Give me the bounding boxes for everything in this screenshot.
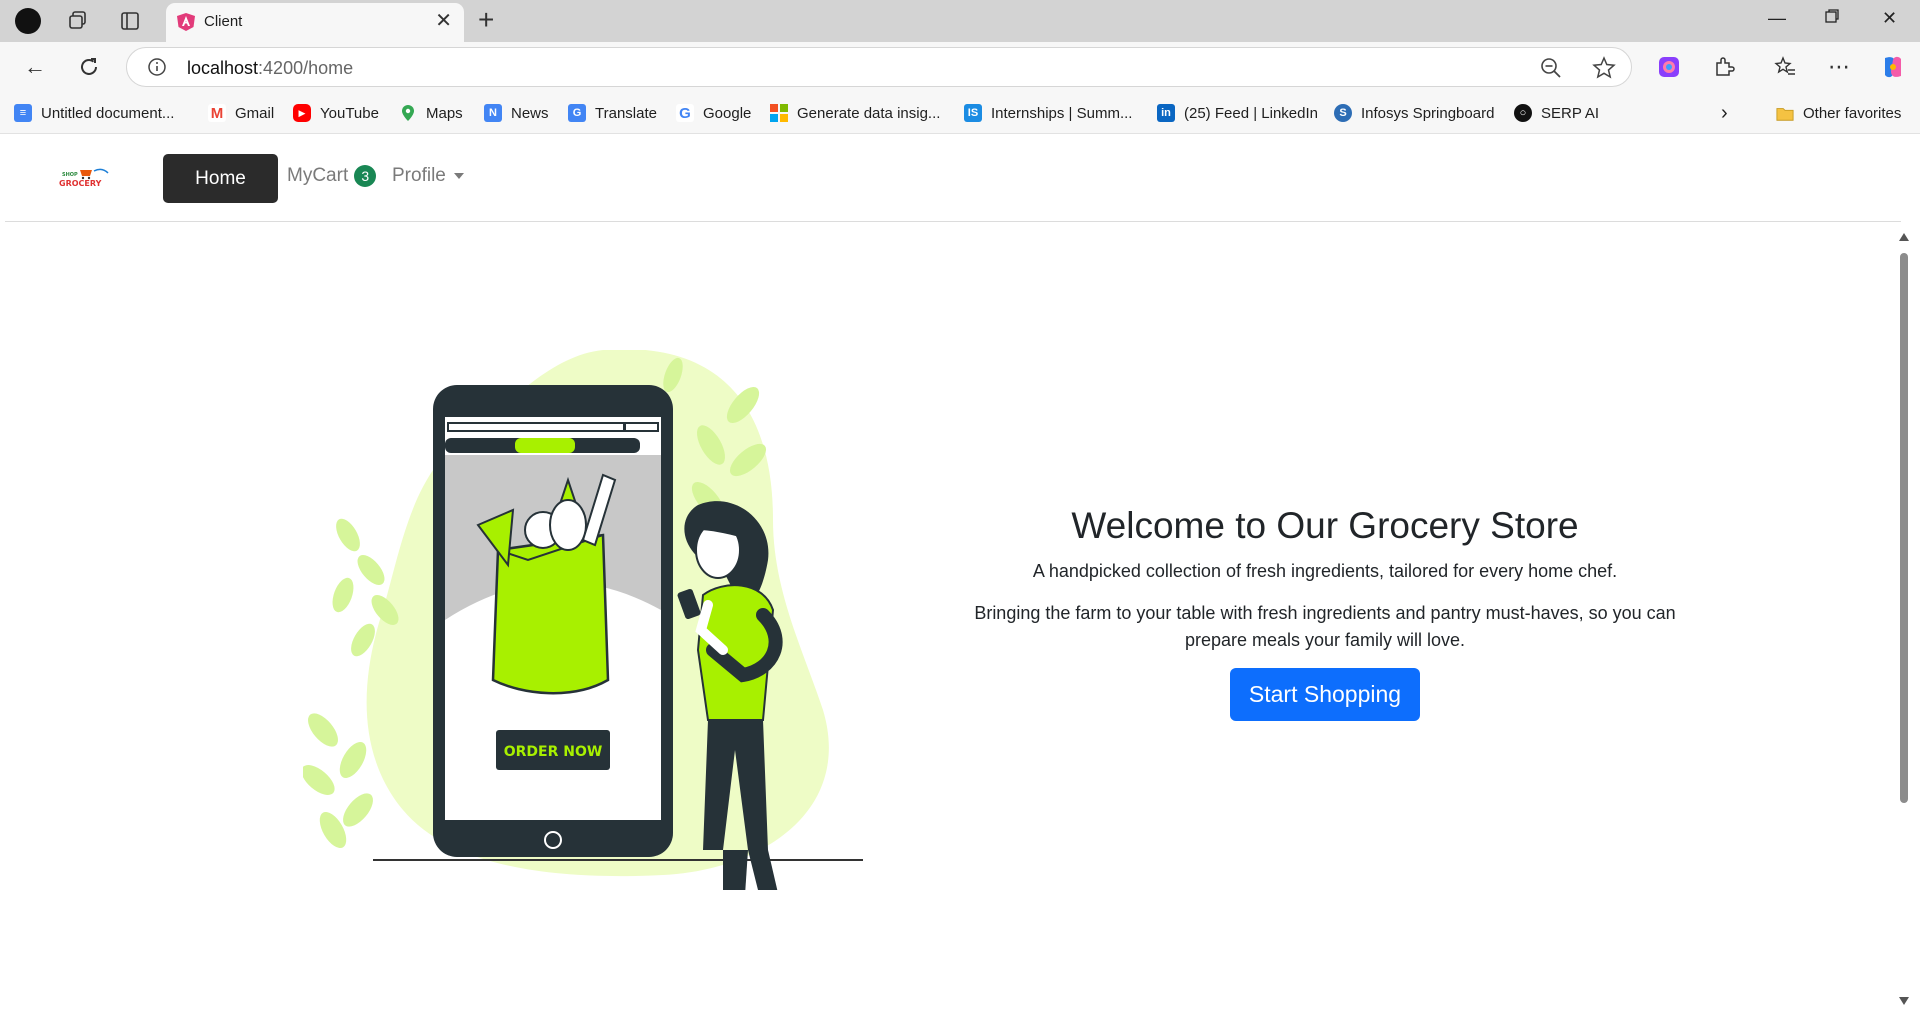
dropdown-caret-icon — [453, 172, 464, 179]
bookmark-item[interactable]: Maps — [399, 103, 463, 123]
mycart-nav-link[interactable]: MyCart 3 — [287, 165, 377, 187]
restore-icon[interactable] — [1824, 8, 1840, 29]
profile-avatar-icon[interactable] — [14, 7, 42, 35]
hero-lead: A handpicked collection of fresh ingredi… — [1032, 561, 1618, 581]
page-scrollbar[interactable] — [1896, 225, 1912, 1015]
scroll-up-arrow-icon[interactable] — [1899, 233, 1909, 241]
new-tab-icon[interactable]: + — [478, 6, 494, 34]
hero-section: Welcome to Our Grocery Store A handpicke… — [965, 505, 1685, 721]
serp-icon: ○ — [1514, 104, 1532, 122]
bookmark-item[interactable]: ≡ Untitled document... — [14, 103, 174, 123]
youtube-icon: ▶ — [293, 104, 311, 122]
tab-title: Client — [204, 13, 243, 30]
more-bookmarks-chevron-icon[interactable]: › — [1721, 102, 1728, 124]
url-text[interactable]: localhost:4200/home — [187, 58, 353, 79]
order-now-illustration-label: ORDER NOW — [504, 744, 603, 760]
close-tab-icon[interactable]: ✕ — [435, 11, 452, 31]
copilot-extension-icon[interactable] — [1654, 52, 1684, 82]
folder-icon — [1776, 104, 1794, 122]
browser-toolbar: ← localhost:4200/home ⋯ — [0, 42, 1920, 92]
back-icon[interactable]: ← — [20, 52, 50, 82]
profile-label: Profile — [392, 165, 446, 186]
start-shopping-button[interactable]: Start Shopping — [1229, 668, 1421, 721]
grocery-logo[interactable]: SHOP GROCERY — [58, 168, 112, 190]
bookmark-item[interactable]: ○ SERP AI — [1514, 103, 1599, 123]
infosys-icon: S — [1334, 104, 1352, 122]
page-content: SHOP GROCERY Home MyCart 3 Profile ORDER… — [5, 135, 1901, 1015]
bookmark-item[interactable]: G Google — [676, 103, 751, 123]
angular-icon — [176, 12, 196, 37]
vertical-tabs-icon[interactable] — [116, 7, 144, 35]
internshala-icon: IS — [964, 104, 982, 122]
browser-tab-bar: Client ✕ + — ✕ — [0, 0, 1920, 42]
site-info-icon[interactable] — [147, 57, 167, 82]
linkedin-icon: in — [1157, 104, 1175, 122]
bookmark-item[interactable]: Generate data insig... — [770, 103, 940, 123]
hero-body: Bringing the farm to your table with fre… — [974, 603, 1676, 650]
bookmark-item[interactable]: S Infosys Springboard — [1334, 103, 1494, 123]
copilot-icon[interactable] — [1878, 52, 1908, 82]
favorite-star-icon[interactable] — [1592, 56, 1616, 85]
address-bar[interactable]: localhost:4200/home — [126, 47, 1632, 87]
docs-icon: ≡ — [14, 104, 32, 122]
bookmark-item[interactable]: ▶ YouTube — [293, 103, 379, 123]
refresh-icon[interactable] — [74, 52, 104, 82]
cart-count-badge: 3 — [354, 165, 377, 187]
workspaces-icon[interactable] — [64, 7, 92, 35]
bookmark-item[interactable]: M Gmail — [208, 103, 274, 123]
svg-text:GROCERY: GROCERY — [59, 179, 102, 188]
scroll-down-arrow-icon[interactable] — [1899, 997, 1909, 1005]
google-icon: G — [676, 104, 694, 122]
grocery-ordering-illustration: ORDER NOW — [301, 349, 863, 1004]
zoom-out-icon[interactable] — [1540, 57, 1562, 84]
more-menu-icon[interactable]: ⋯ — [1824, 52, 1854, 82]
maps-icon — [399, 104, 417, 122]
gmail-icon: M — [208, 104, 226, 122]
bookmark-item[interactable]: G Translate — [568, 103, 657, 123]
microsoft-icon — [770, 104, 788, 122]
profile-dropdown[interactable]: Profile — [392, 165, 464, 187]
minimize-icon[interactable]: — — [1768, 8, 1786, 29]
favorites-icon[interactable] — [1770, 52, 1800, 82]
extensions-icon[interactable] — [1709, 52, 1739, 82]
site-navbar: SHOP GROCERY Home MyCart 3 Profile — [5, 135, 1901, 222]
news-icon: N — [484, 104, 502, 122]
bookmark-item[interactable]: in (25) Feed | LinkedIn — [1157, 103, 1318, 123]
bookmarks-bar: ≡ Untitled document... M Gmail ▶ YouTube Ma… — [0, 92, 1920, 134]
scrollbar-thumb[interactable] — [1900, 253, 1908, 803]
mycart-label: MyCart — [287, 165, 349, 186]
home-nav-button[interactable]: Home — [163, 154, 278, 203]
bookmark-item[interactable]: IS Internships | Summ... — [964, 103, 1132, 123]
other-favorites[interactable]: Other favorites — [1776, 103, 1901, 123]
hero-title: Welcome to Our Grocery Store — [1071, 505, 1579, 546]
close-window-icon[interactable]: ✕ — [1882, 8, 1897, 29]
svg-text:SHOP: SHOP — [62, 172, 78, 178]
translate-icon: G — [568, 104, 586, 122]
active-tab[interactable]: Client ✕ — [166, 3, 464, 42]
bookmark-item[interactable]: N News — [484, 103, 549, 123]
